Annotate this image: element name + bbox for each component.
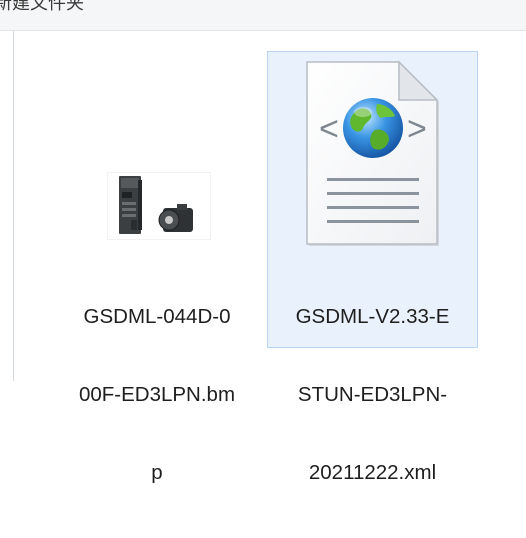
file-name-line: 00F-ED3LPN.bm: [78, 383, 236, 406]
file-name-line: STUN-ED3LPN-: [297, 383, 448, 406]
navigation-pane-edge: [0, 31, 14, 381]
new-folder-button[interactable]: 新建文件夹: [0, 0, 92, 18]
file-name-line: GSDML-044D-0: [83, 305, 231, 328]
file-name-line: 20211222.xml: [308, 461, 437, 484]
file-name-label: GSDML-V2.33-E STUN-ED3LPN- 20211222.xml: [268, 252, 477, 538]
file-item-bmp[interactable]: GSDML-044D-0 00F-ED3LPN.bm p: [54, 151, 260, 484]
servo-drive-thumbnail: [106, 171, 212, 241]
file-name-line: GSDML-V2.33-E: [295, 305, 450, 328]
file-name-line: p: [151, 461, 163, 484]
file-item-xml[interactable]: < > GSDML-V2.33-E STUN-ED3LPN- 20211222.…: [267, 51, 478, 484]
svg-text:<: <: [319, 110, 339, 148]
svg-text:>: >: [407, 110, 427, 148]
xml-web-document-icon: < >: [303, 60, 443, 250]
file-name-label: GSDML-044D-0 00F-ED3LPN.bm p: [55, 252, 259, 538]
file-list: GSDML-044D-0 00F-ED3LPN.bm p < > GSDML-V…: [14, 31, 526, 484]
command-bar: 新建文件夹: [0, 0, 526, 31]
